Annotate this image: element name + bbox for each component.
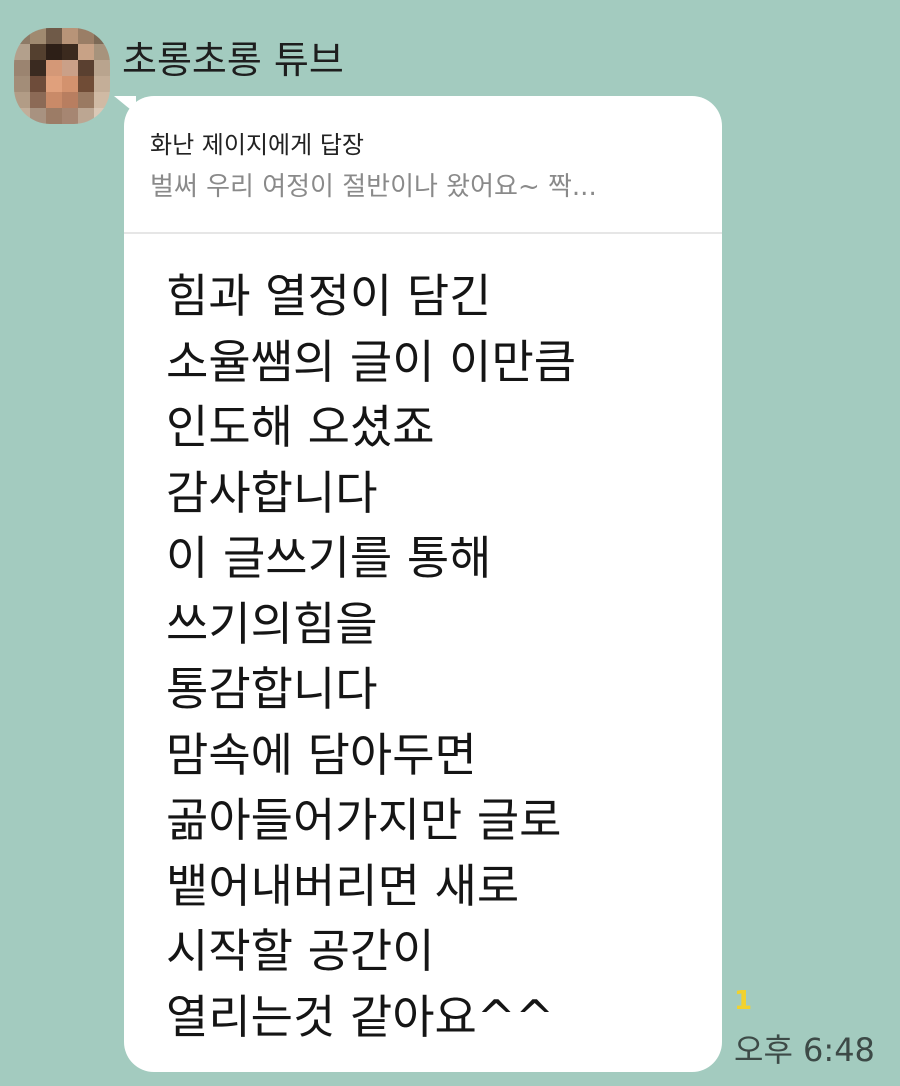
avatar-pixel <box>78 60 94 76</box>
message-line: 열리는것 같아요^^ <box>166 989 554 1044</box>
avatar-pixel <box>30 44 46 60</box>
avatar-pixel <box>62 92 78 108</box>
unread-count-badge: 1 <box>734 986 753 1016</box>
avatar-pixel <box>94 28 110 44</box>
message-line: 인도해 오셨죠 <box>166 400 435 454</box>
avatar-pixel <box>78 92 94 108</box>
reply-title: 화난 제이지에게 답장 <box>150 131 364 159</box>
message-line: 곪아들어가지만 글로 <box>166 793 562 847</box>
reply-preview[interactable]: 화난 제이지에게 답장 벌써 우리 여정이 절반이나 왔어요~ 짝... <box>124 96 722 234</box>
avatar-pixel <box>46 92 62 108</box>
avatar-pixel <box>78 108 94 124</box>
message-line: 시작할 공간이 <box>166 924 435 978</box>
avatar-pixel <box>30 76 46 92</box>
message-line: 이 글쓰기를 통해 <box>166 531 492 585</box>
avatar-pixel <box>62 108 78 124</box>
avatar-pixel <box>78 28 94 44</box>
message-bubble[interactable]: 화난 제이지에게 답장 벌써 우리 여정이 절반이나 왔어요~ 짝... 힘과 … <box>124 96 722 1072</box>
avatar-pixel <box>14 28 30 44</box>
avatar-pixel <box>30 108 46 124</box>
reply-snippet: 벌써 우리 여정이 절반이나 왔어요~ 짝... <box>150 172 597 202</box>
avatar-pixel <box>14 108 30 124</box>
avatar-pixel <box>46 28 62 44</box>
message-line: 힘과 열정이 담긴 <box>166 269 492 323</box>
message-line: 쓰기의힘을 <box>166 596 378 651</box>
avatar-pixel <box>78 76 94 92</box>
message-line: 통감합니다 <box>166 662 378 716</box>
avatar-pixel <box>14 60 30 76</box>
avatar-pixel <box>14 76 30 92</box>
message-line: 소율쌤의 글이 이만큼 <box>166 334 577 389</box>
avatar-pixel <box>30 28 46 44</box>
avatar-pixel <box>30 60 46 76</box>
avatar[interactable] <box>14 28 110 124</box>
message-timestamp: 오후 6:48 <box>734 1031 875 1069</box>
message-body: 힘과 열정이 담긴 소율쌤의 글이 이만큼 인도해 오셨죠 감사합니다 이 글쓰… <box>166 264 706 1050</box>
avatar-pixel <box>94 44 110 60</box>
sender-name[interactable]: 초롱초롱 튜브 <box>122 36 344 84</box>
avatar-pixel <box>62 44 78 60</box>
avatar-pixel <box>94 92 110 108</box>
avatar-pixel <box>46 60 62 76</box>
avatar-pixel <box>94 108 110 124</box>
avatar-pixel <box>62 76 78 92</box>
message-line: 감사합니다 <box>166 465 378 520</box>
avatar-pixel <box>94 60 110 76</box>
avatar-pixel <box>46 108 62 124</box>
avatar-pixel <box>30 92 46 108</box>
avatar-pixel <box>94 76 110 92</box>
avatar-pixel <box>14 92 30 108</box>
avatar-pixel <box>62 60 78 76</box>
avatar-pixel <box>62 28 78 44</box>
message-line: 맘속에 담아두면 <box>166 727 477 782</box>
avatar-pixel <box>14 44 30 60</box>
avatar-pixel <box>78 44 94 60</box>
avatar-pixel <box>46 76 62 92</box>
avatar-pixel <box>46 44 62 60</box>
message-line: 뱉어내버리면 새로 <box>166 858 520 913</box>
